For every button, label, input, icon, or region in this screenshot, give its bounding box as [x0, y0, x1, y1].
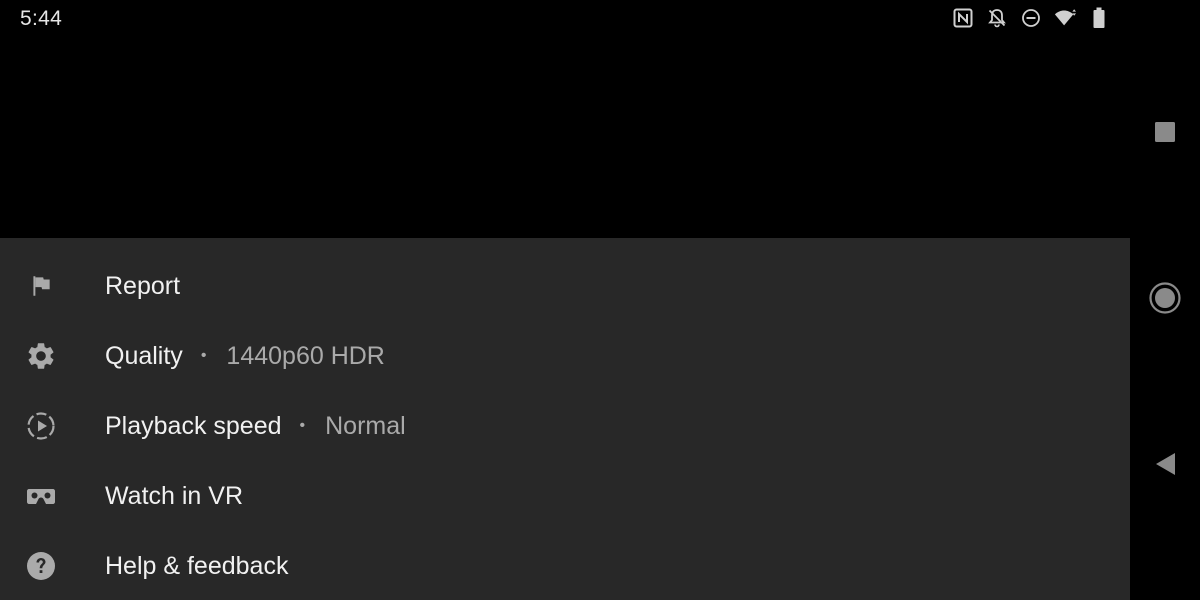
menu-item-label: Report: [105, 272, 180, 301]
gear-icon: [24, 339, 58, 373]
menu-item-playback-speed[interactable]: Playback speed • Normal: [0, 391, 1130, 461]
back-triangle-icon: [1153, 451, 1177, 482]
menu-item-report[interactable]: Report: [0, 251, 1130, 321]
playback-speed-label: Playback speed: [105, 411, 282, 440]
report-label: Report: [105, 271, 181, 300]
playback-speed-value: Normal: [325, 411, 406, 440]
screen: 5:44 Report Quality • 1440p60 HDR Playba…: [0, 0, 1200, 600]
status-bar: 5:44: [0, 0, 1130, 36]
vr-headset-icon: [24, 479, 58, 513]
playback-speed-icon: [24, 409, 58, 443]
menu-item-watch-in-vr[interactable]: Watch in VR: [0, 461, 1130, 531]
menu-item-help-feedback[interactable]: Help & feedback: [0, 531, 1130, 600]
menu-item-label: Quality • 1440p60 HDR: [105, 342, 385, 371]
back-button[interactable]: [1145, 446, 1185, 486]
home-button[interactable]: [1145, 280, 1185, 320]
do-not-disturb-icon: [1020, 7, 1042, 29]
options-bottom-sheet: Report Quality • 1440p60 HDR Playback sp…: [0, 238, 1130, 600]
menu-item-label: Help & feedback: [105, 552, 288, 581]
video-player-area[interactable]: [0, 36, 1130, 238]
navigation-bar: [1130, 0, 1200, 600]
help-feedback-label: Help & feedback: [105, 551, 289, 580]
menu-item-label: Watch in VR: [105, 482, 243, 511]
home-circle-icon: [1148, 281, 1182, 320]
help-icon: [24, 549, 58, 583]
menu-item-quality[interactable]: Quality • 1440p60 HDR: [0, 321, 1130, 391]
separator-dot: •: [200, 347, 207, 364]
menu-item-label: Playback speed • Normal: [105, 412, 406, 441]
notifications-off-icon: [986, 7, 1008, 29]
status-icons: [952, 6, 1110, 30]
status-time: 5:44: [20, 7, 63, 30]
watch-in-vr-label: Watch in VR: [105, 481, 244, 510]
wifi-icon: [1054, 7, 1076, 29]
separator-dot: •: [299, 417, 306, 434]
nfc-icon: [952, 7, 974, 29]
quality-value: 1440p60 HDR: [226, 341, 385, 370]
recents-button[interactable]: [1145, 114, 1185, 154]
recents-square-icon: [1153, 120, 1177, 149]
quality-label: Quality: [105, 341, 183, 370]
battery-icon: [1088, 7, 1110, 29]
flag-icon: [24, 269, 58, 303]
